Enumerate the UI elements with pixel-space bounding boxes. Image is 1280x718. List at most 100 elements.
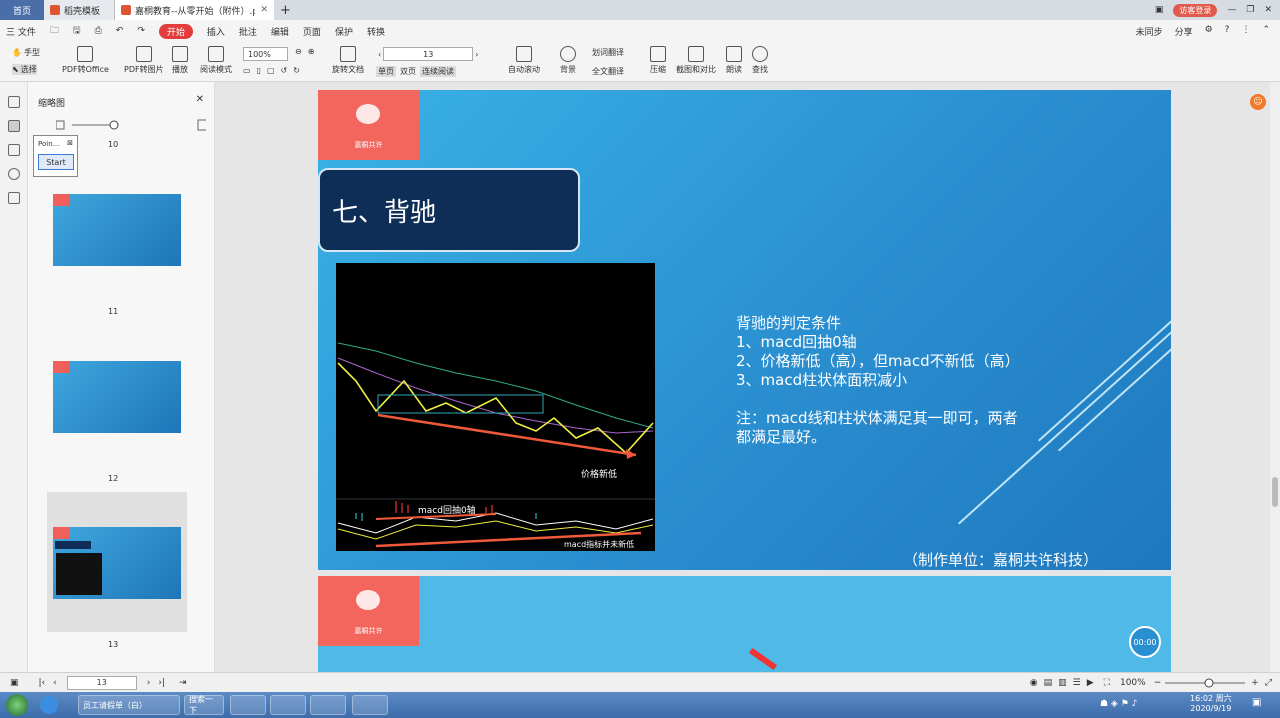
sidebar-toggle-icon[interactable]: ▣ (10, 678, 19, 688)
rotate-right-icon[interactable]: ↻ (293, 66, 300, 75)
thumbnail-size-slider[interactable] (56, 118, 206, 132)
double-page-button[interactable]: 双页 (400, 66, 416, 77)
close-tab-icon[interactable]: ✕ (260, 5, 268, 15)
tray-icons[interactable]: ☗ ◈ ⚑ ♪ (1100, 699, 1137, 709)
bookmark-icon[interactable] (8, 96, 20, 108)
zoom-in-icon[interactable]: + (1251, 678, 1259, 688)
taskbar-paint[interactable] (230, 695, 266, 715)
screenshot-button[interactable]: 截图和对比 (676, 46, 716, 75)
first-page-icon[interactable]: |‹ (39, 678, 46, 688)
restore-button[interactable]: ❐ (1246, 5, 1254, 15)
scroll-thumb[interactable] (1272, 477, 1278, 507)
assistant-icon[interactable]: ☺ (1250, 94, 1266, 110)
fullscreen-icon[interactable]: ⤢ (1265, 678, 1272, 688)
new-tab-button[interactable]: + (274, 0, 297, 20)
close-window-button[interactable]: ✕ (1264, 5, 1272, 15)
help-icon[interactable]: ? (1225, 25, 1230, 38)
prev-page-icon[interactable]: ‹ (378, 50, 381, 59)
share-button[interactable]: 分享 (1175, 25, 1193, 38)
tab-home[interactable]: 首页 (0, 0, 44, 20)
comment-icon[interactable] (8, 144, 20, 156)
sync-status[interactable]: 未同步 (1136, 25, 1163, 38)
menu-insert[interactable]: 插入 (207, 25, 225, 38)
menu-annotate[interactable]: 批注 (239, 25, 257, 38)
thumbnail-page-13[interactable] (53, 527, 181, 599)
tab-daoke[interactable]: 稻壳模板 (44, 0, 114, 20)
taskbar-ie[interactable]: 员工请假单（白） (78, 695, 180, 715)
word-translate-button[interactable]: 划词翻译 (592, 47, 624, 58)
redo-icon[interactable]: ↷ (137, 26, 145, 36)
taskbar-wps[interactable] (352, 695, 388, 715)
full-translate-button[interactable]: 全文翻译 (592, 66, 624, 77)
page-number-input[interactable]: 13 (383, 47, 474, 61)
thumbnail-icon[interactable] (8, 120, 20, 132)
status-page-input[interactable]: 13 (66, 675, 137, 690)
collapse-icon[interactable]: ⌃ (1262, 25, 1270, 38)
read-aloud-button[interactable]: 朗读 (726, 46, 742, 75)
windows-start-button[interactable] (6, 694, 28, 716)
menu-convert[interactable]: 转换 (367, 25, 385, 38)
taskbar-app-icon[interactable] (40, 696, 58, 714)
play-button[interactable]: 播放 (172, 46, 188, 75)
thumbnail-page-12[interactable] (53, 361, 181, 433)
menu-protect[interactable]: 保护 (335, 25, 353, 38)
continuous-read-button[interactable]: 连续阅读 (420, 66, 456, 77)
single-view-icon[interactable]: ▤ (1044, 678, 1053, 688)
tab-pdf-document[interactable]: 嘉桐教育--从零开始（附件）.pdf ✕ (114, 0, 274, 20)
taskbar-explorer[interactable] (270, 695, 306, 715)
attachment-icon[interactable] (8, 168, 20, 180)
actual-size-icon[interactable]: ▢ (267, 66, 275, 75)
status-zoom[interactable]: 100% (1120, 678, 1146, 688)
video-timer-button[interactable]: 00:00 (1129, 626, 1161, 658)
pdf-to-image-button[interactable]: PDF转图片 (124, 46, 164, 75)
prev-page-icon[interactable]: ‹ (53, 678, 57, 688)
eye-icon[interactable]: ◉ (1030, 678, 1038, 688)
thumbnail-page-11[interactable] (53, 194, 181, 266)
taskbar-app[interactable] (310, 695, 346, 715)
zoom-in-icon[interactable]: ⊕ (308, 47, 315, 56)
login-button[interactable]: 访客登录 (1173, 3, 1218, 17)
close-icon[interactable]: ✕ (196, 94, 204, 105)
fit-icon[interactable]: ⛶ (1104, 678, 1110, 688)
open-icon[interactable]: 🗀 (50, 23, 59, 39)
zoom-out-icon[interactable]: − (1154, 678, 1162, 688)
next-page-icon[interactable]: › (147, 678, 151, 688)
single-page-button[interactable]: 单页 (376, 66, 396, 77)
clock[interactable]: 16:02 周六 2020/9/19 (1190, 694, 1232, 714)
double-view-icon[interactable]: ▥ (1058, 678, 1067, 688)
next-page-icon[interactable]: › (475, 50, 478, 59)
exit-icon[interactable]: ⇥ (179, 678, 187, 688)
pointer-start-button[interactable]: Start (38, 154, 74, 170)
pdf-to-office-button[interactable]: PDF转Office (62, 46, 109, 75)
signature-icon[interactable] (8, 192, 20, 204)
vertical-scrollbar[interactable] (1270, 82, 1280, 672)
zoom-out-icon[interactable]: ⊖ (295, 47, 302, 56)
taskbar-search[interactable]: 搜索一下 (184, 695, 224, 715)
continuous-view-icon[interactable]: ☰ (1073, 678, 1081, 688)
settings-icon[interactable]: ⚙ (1205, 25, 1213, 38)
compress-button[interactable]: 压缩 (650, 46, 666, 75)
menu-file[interactable]: 三 文件 (6, 25, 36, 38)
read-mode-button[interactable]: 阅读模式 (200, 46, 232, 75)
menu-start[interactable]: 开始 (158, 23, 193, 39)
select-tool[interactable]: ⬉ 选择 (12, 64, 37, 75)
undo-icon[interactable]: ↶ (116, 26, 124, 36)
hand-tool[interactable]: ✋ 手型 (12, 47, 40, 58)
save-icon[interactable]: 🖫 (73, 23, 81, 39)
background-button[interactable]: 背景 (560, 46, 576, 75)
notification-icon[interactable]: ▣ (1252, 697, 1261, 708)
print-icon[interactable]: ⎙ (95, 26, 102, 36)
menu-page[interactable]: 页面 (303, 25, 321, 38)
play-icon[interactable]: ▶ (1087, 678, 1094, 688)
minimize-button[interactable]: — (1227, 5, 1236, 15)
last-page-icon[interactable]: ›| (158, 678, 165, 688)
zoom-value[interactable]: 100% (243, 47, 288, 61)
menu-edit[interactable]: 编辑 (271, 25, 289, 38)
fit-page-icon[interactable]: ▯ (257, 66, 261, 75)
fit-width-icon[interactable]: ▭ (243, 66, 251, 75)
rotate-left-icon[interactable]: ↺ (281, 66, 288, 75)
rotate-document-button[interactable]: 旋转文档 (332, 46, 364, 75)
zoom-select[interactable]: 100% (243, 47, 288, 61)
page-count-icon[interactable]: ▣ (1155, 5, 1164, 15)
more-icon[interactable]: ⋮ (1241, 25, 1250, 38)
